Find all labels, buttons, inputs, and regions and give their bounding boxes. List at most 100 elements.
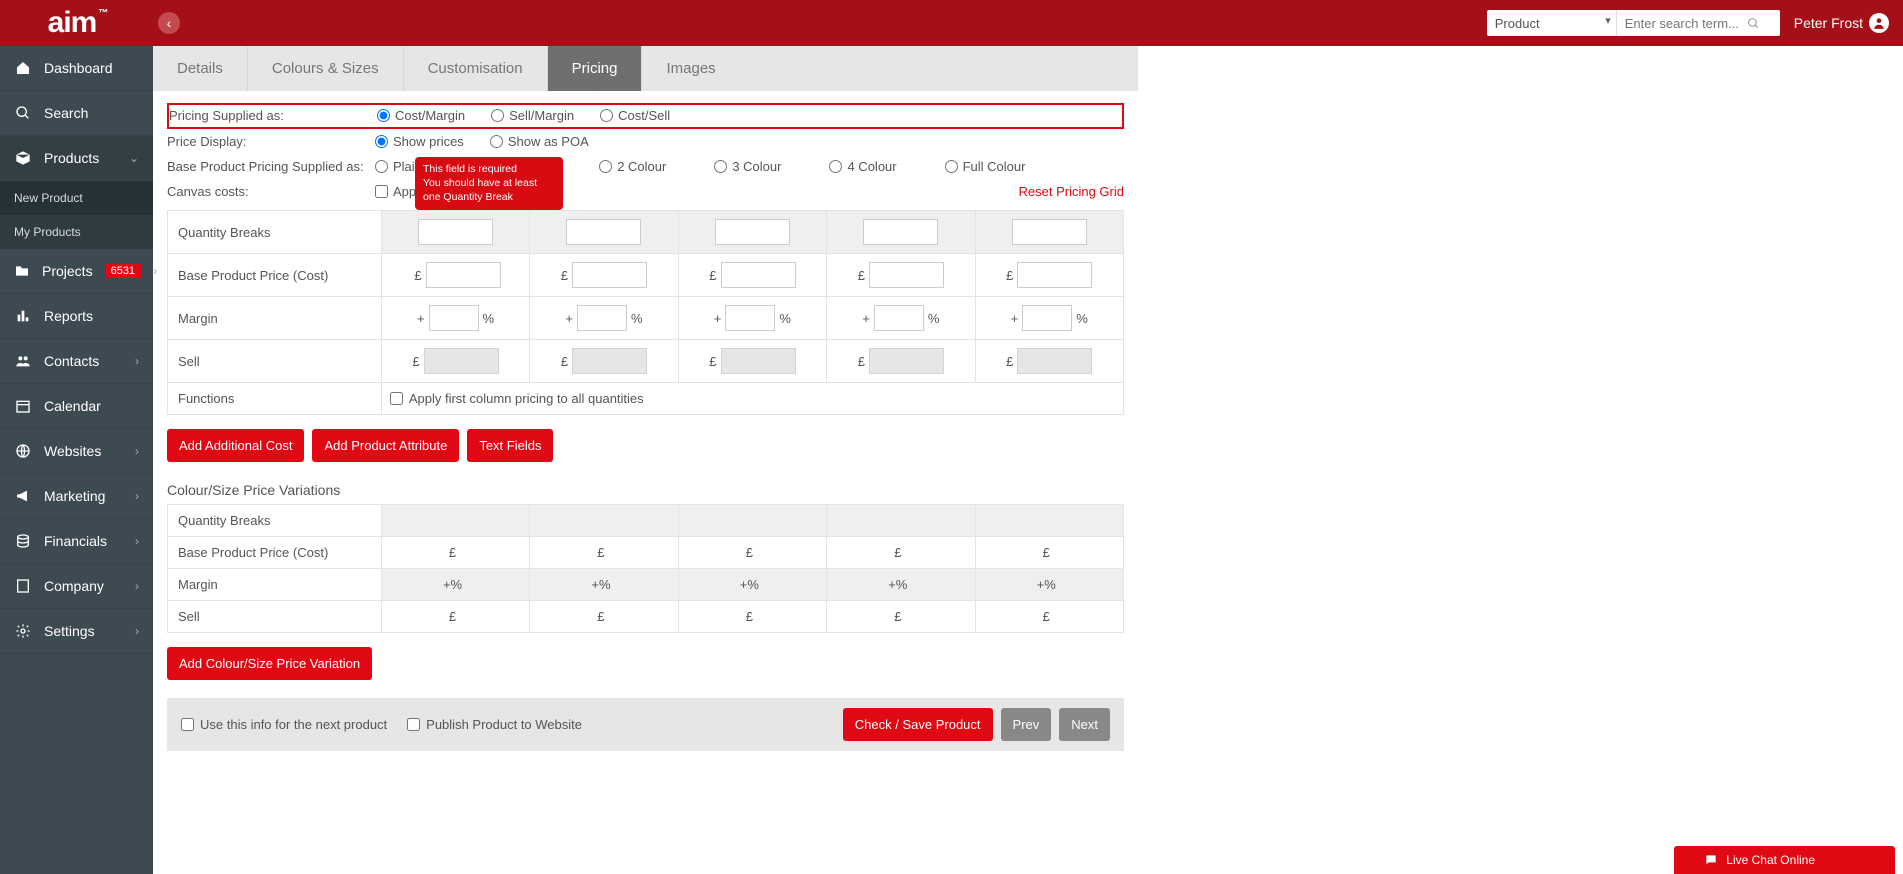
cost-input-3[interactable] — [721, 262, 796, 288]
radio-cost-sell[interactable]: Cost/Sell — [600, 108, 670, 123]
tab-customisation[interactable]: Customisation — [404, 46, 548, 91]
tab-label: Colours & Sizes — [272, 60, 379, 77]
cost-input-5[interactable] — [1017, 262, 1092, 288]
qty-input-3[interactable] — [715, 219, 790, 245]
radio-sell-margin[interactable]: Sell/Margin — [491, 108, 574, 123]
add-product-attribute-button[interactable]: Add Product Attribute — [312, 429, 459, 462]
tab-images[interactable]: Images — [642, 46, 739, 91]
button-label: Text Fields — [479, 438, 541, 453]
tab-colours[interactable]: Colours & Sizes — [248, 46, 404, 91]
variation-row-margin: Margin +% +% +% +% +% — [168, 569, 1124, 601]
sidebar-item-financials[interactable]: Financials › — [0, 519, 153, 564]
products-submenu: New Product My Products — [0, 181, 153, 249]
radio-input[interactable] — [599, 160, 612, 173]
sidebar-label: Search — [44, 105, 88, 121]
grid-row-label: Base Product Price (Cost) — [168, 537, 382, 569]
gear-icon — [14, 623, 32, 639]
add-additional-cost-button[interactable]: Add Additional Cost — [167, 429, 304, 462]
margin-input-3[interactable] — [725, 305, 775, 331]
tooltip-text-2: You should have at least one Quantity Br… — [423, 177, 537, 203]
cost-input-2[interactable] — [572, 262, 647, 288]
margin-input-1[interactable] — [429, 305, 479, 331]
sidebar-label: Products — [44, 150, 99, 166]
search-type-select[interactable]: Product — [1487, 10, 1617, 36]
radio-3colour[interactable]: 3 Colour — [714, 159, 781, 174]
sidebar-item-dashboard[interactable]: Dashboard — [0, 46, 153, 91]
sidebar-sub-new-product[interactable]: New Product — [0, 181, 153, 215]
reset-pricing-link[interactable]: Reset Pricing Grid — [1019, 184, 1124, 199]
radio-2colour[interactable]: 2 Colour — [599, 159, 666, 174]
sidebar-sub-my-products[interactable]: My Products — [0, 215, 153, 249]
chevron-down-icon: ⌄ — [129, 151, 139, 165]
sidebar-item-settings[interactable]: Settings › — [0, 609, 153, 654]
button-label: Add Additional Cost — [179, 438, 292, 453]
qty-input-5[interactable] — [1012, 219, 1087, 245]
radio-input[interactable] — [714, 160, 727, 173]
radio-input[interactable] — [829, 160, 842, 173]
radio-cost-margin[interactable]: Cost/Margin — [377, 108, 465, 123]
checkbox-input[interactable] — [390, 392, 403, 405]
back-button[interactable]: ‹ — [158, 12, 180, 34]
margin-input-2[interactable] — [577, 305, 627, 331]
margin-input-5[interactable] — [1022, 305, 1072, 331]
qty-input-2[interactable] — [566, 219, 641, 245]
radio-input[interactable] — [377, 109, 390, 122]
checkbox-apply-first-column[interactable]: Apply first column pricing to all quanti… — [390, 391, 1117, 406]
checkbox-input[interactable] — [407, 718, 420, 731]
qty-input-1[interactable] — [418, 219, 493, 245]
search-input[interactable] — [1617, 10, 1767, 36]
margin-input-4[interactable] — [874, 305, 924, 331]
radio-4colour[interactable]: 4 Colour — [829, 159, 896, 174]
tab-pricing[interactable]: Pricing — [548, 46, 643, 91]
grid-row-label: Base Product Price (Cost) — [168, 254, 382, 297]
radio-input[interactable] — [600, 109, 613, 122]
sidebar-item-marketing[interactable]: Marketing › — [0, 474, 153, 519]
next-button[interactable]: Next — [1059, 708, 1110, 741]
currency-symbol: £ — [858, 268, 865, 283]
plus-symbol: + — [565, 311, 573, 326]
check-save-button[interactable]: Check / Save Product — [843, 708, 993, 741]
sidebar-item-search[interactable]: Search — [0, 91, 153, 136]
radio-label: Sell/Margin — [509, 108, 574, 123]
radio-input[interactable] — [945, 160, 958, 173]
user-menu[interactable]: Peter Frost — [1794, 13, 1889, 33]
user-icon — [1869, 13, 1889, 33]
sell-output-1 — [424, 348, 499, 374]
checkbox-use-next[interactable]: Use this info for the next product — [181, 717, 387, 732]
sidebar-sub-label: My Products — [14, 225, 81, 239]
variation-grid: Quantity Breaks Base Product Price (Cost… — [167, 504, 1124, 633]
sidebar-item-products[interactable]: Products ⌄ — [0, 136, 153, 181]
cost-input-1[interactable] — [426, 262, 501, 288]
text-fields-button[interactable]: Text Fields — [467, 429, 553, 462]
qty-input-4[interactable] — [863, 219, 938, 245]
tab-details[interactable]: Details — [153, 46, 248, 91]
sidebar-item-calendar[interactable]: Calendar — [0, 384, 153, 429]
chevron-right-icon: › — [153, 264, 157, 278]
main-panel: Details Colours & Sizes Customisation Pr… — [153, 46, 1903, 874]
add-variation-button[interactable]: Add Colour/Size Price Variation — [167, 647, 372, 680]
radio-full-colour[interactable]: Full Colour — [945, 159, 1026, 174]
grid-action-buttons: Add Additional Cost Add Product Attribut… — [167, 429, 1124, 462]
radio-show-poa[interactable]: Show as POA — [490, 134, 589, 149]
checkbox-input[interactable] — [181, 718, 194, 731]
sidebar-item-contacts[interactable]: Contacts › — [0, 339, 153, 384]
radio-input[interactable] — [375, 160, 388, 173]
tooltip-text-1: This field is required — [423, 163, 517, 175]
chevron-left-icon: ‹ — [167, 15, 172, 31]
live-chat-widget[interactable]: Live Chat Online — [1674, 846, 1895, 874]
cost-input-4[interactable] — [869, 262, 944, 288]
checkbox-publish[interactable]: Publish Product to Website — [407, 717, 582, 732]
sidebar-item-reports[interactable]: Reports — [0, 294, 153, 339]
button-label: Add Product Attribute — [324, 438, 447, 453]
sidebar-label: Settings — [44, 623, 95, 639]
sidebar-item-websites[interactable]: Websites › — [0, 429, 153, 474]
row-pricing-supplied: Pricing Supplied as: Cost/Margin Sell/Ma… — [167, 103, 1124, 129]
sidebar-item-company[interactable]: Company › — [0, 564, 153, 609]
sidebar-item-projects[interactable]: Projects 6531 › — [0, 249, 153, 294]
radio-input[interactable] — [490, 135, 503, 148]
checkbox-input[interactable] — [375, 185, 388, 198]
radio-input[interactable] — [491, 109, 504, 122]
radio-input[interactable] — [375, 135, 388, 148]
radio-show-prices[interactable]: Show prices — [375, 134, 464, 149]
prev-button[interactable]: Prev — [1001, 708, 1052, 741]
